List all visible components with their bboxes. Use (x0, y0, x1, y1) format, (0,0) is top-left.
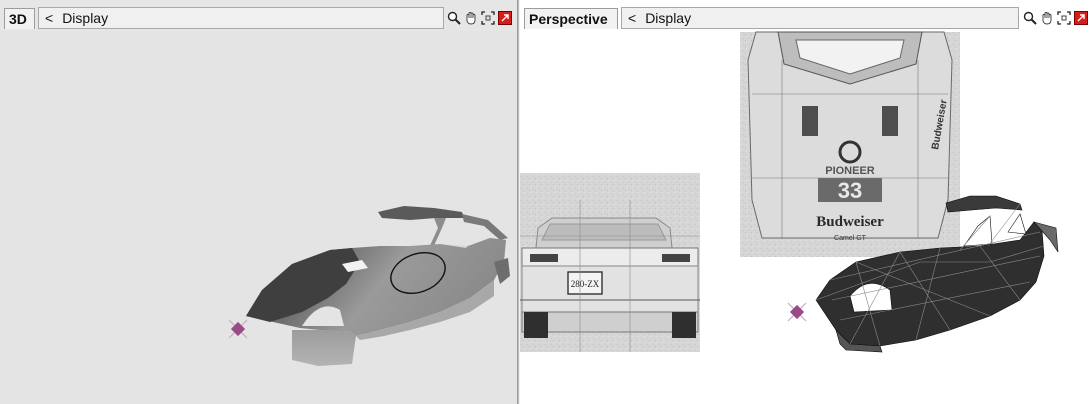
rear-reference-image[interactable]: 280-ZX (520, 173, 700, 352)
sponsor-text: PIONEER (825, 165, 875, 177)
display-menu-perspective[interactable]: < Display (621, 7, 1019, 29)
view-tools-3d (446, 9, 513, 26)
maximize-icon[interactable] (497, 9, 513, 26)
brand-text: Budweiser (816, 214, 884, 230)
viewport-perspective[interactable]: 280-ZX PIONEER 33 Budweiser Camel GT Bud… (520, 0, 1092, 404)
car-body-shaded-model[interactable] (246, 206, 510, 366)
display-menu-label: Display (645, 10, 692, 26)
viewport-perspective-toolbar: Perspective < Display (520, 0, 1092, 31)
zoom-icon[interactable] (446, 9, 462, 26)
viewport-3d[interactable]: 3D < Display (0, 0, 517, 404)
pivot-marker-icon[interactable] (787, 302, 807, 322)
frame-icon[interactable] (480, 9, 496, 26)
pan-hand-icon[interactable] (1039, 9, 1055, 26)
chevron-left-icon: < (45, 10, 54, 26)
car-number-text: 33 (838, 178, 862, 203)
view-label-3d[interactable]: 3D (4, 8, 35, 29)
view-label-perspective[interactable]: Perspective (524, 8, 618, 29)
display-menu-3d[interactable]: < Display (38, 7, 444, 29)
viewport-3d-canvas[interactable] (0, 0, 517, 404)
pivot-marker-icon[interactable] (228, 319, 248, 339)
viewport-perspective-canvas[interactable]: 280-ZX PIONEER 33 Budweiser Camel GT Bud… (520, 0, 1092, 404)
zoom-icon[interactable] (1022, 9, 1038, 26)
view-tools-perspective (1022, 9, 1089, 26)
viewport-3d-toolbar: 3D < Display (0, 0, 517, 31)
footer-text: Camel GT (834, 235, 867, 242)
pan-hand-icon[interactable] (463, 9, 479, 26)
display-menu-label: Display (62, 10, 109, 26)
top-reference-image[interactable]: PIONEER 33 Budweiser Camel GT Budweiser (740, 31, 960, 257)
maximize-icon[interactable] (1073, 9, 1089, 26)
license-plate-text: 280-ZX (571, 279, 600, 289)
chevron-left-icon: < (628, 10, 637, 26)
frame-icon[interactable] (1056, 9, 1072, 26)
